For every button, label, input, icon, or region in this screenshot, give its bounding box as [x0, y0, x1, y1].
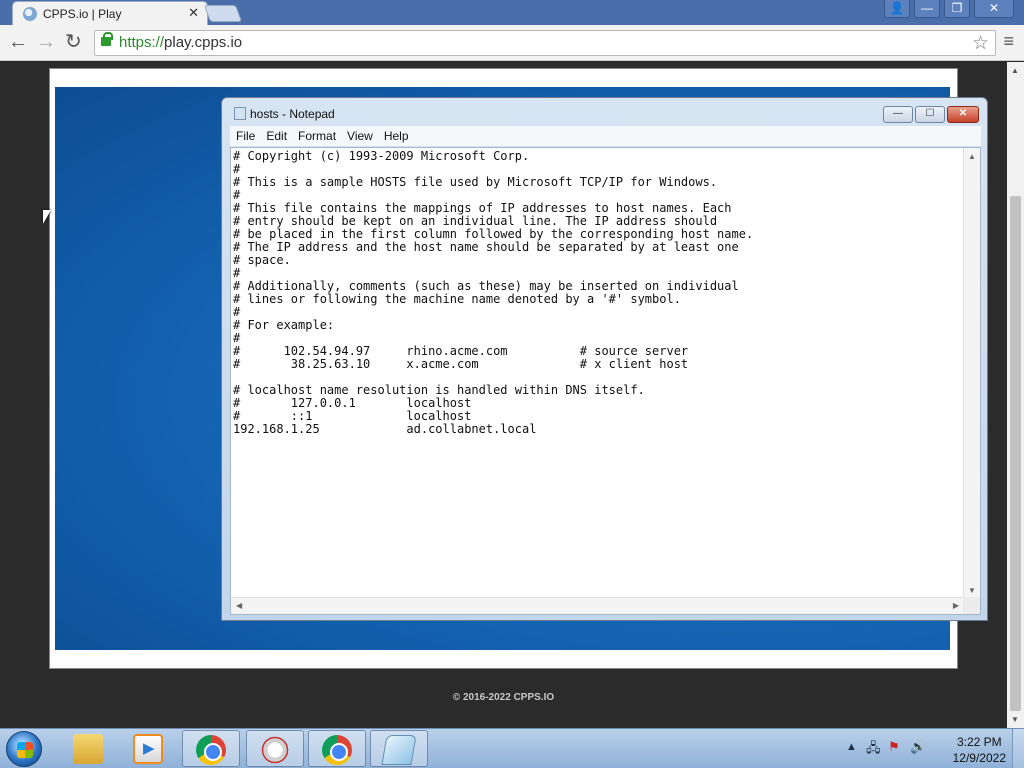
bookmark-star-icon[interactable]: ☆	[972, 32, 989, 55]
notepad-title: hosts - Notepad	[234, 107, 335, 121]
chrome-icon	[196, 735, 226, 765]
system-tray: ▲ 🖧 ⚑ 🔊 3:22 PM 12/9/2022	[844, 729, 1024, 768]
reload-icon[interactable]: ↻	[65, 31, 82, 53]
tray-expand-icon[interactable]: ▲	[846, 741, 857, 753]
mouse-cursor-icon	[43, 210, 51, 224]
menu-file[interactable]: File	[230, 126, 260, 143]
notepad-minimize-button[interactable]: —	[883, 106, 913, 123]
back-icon[interactable]: ←	[8, 31, 28, 53]
menu-edit[interactable]: Edit	[260, 126, 292, 143]
minimize-button[interactable]: —	[914, 0, 940, 18]
clock[interactable]: 3:22 PM 12/9/2022	[953, 734, 1006, 766]
url-text: https://play.cpps.io	[119, 34, 243, 51]
network-icon[interactable]: 🖧	[866, 739, 881, 761]
notepad-icon	[234, 107, 246, 120]
menu-view[interactable]: View	[341, 126, 378, 143]
taskbar-chrome-2[interactable]	[308, 730, 366, 767]
clock-date: 12/9/2022	[952, 751, 1006, 765]
browser-toolbar: ← → ↻ https://play.cpps.io ☆ ≡	[0, 25, 1024, 61]
notepad-scroll-down-icon[interactable]: ▼	[968, 586, 976, 595]
page-scrollbar[interactable]: ▲ ▼	[1007, 62, 1024, 728]
snipping-tool-icon	[260, 735, 290, 765]
tab-favicon-icon	[23, 7, 37, 21]
tab-close-icon[interactable]: ✕	[188, 5, 199, 21]
forward-icon[interactable]: →	[36, 31, 56, 53]
scroll-up-icon[interactable]: ▲	[1011, 66, 1019, 75]
taskbar-snipping-tool[interactable]	[246, 730, 304, 767]
close-button[interactable]: ✕	[974, 0, 1014, 18]
notepad-menubar: File Edit Format View Help	[230, 126, 981, 146]
taskbar-media-player[interactable]	[120, 730, 178, 767]
notepad-resize-grip[interactable]	[963, 597, 980, 614]
notepad-maximize-button[interactable]: ☐	[915, 106, 945, 123]
start-button[interactable]	[6, 731, 42, 767]
menu-help[interactable]: Help	[378, 126, 414, 143]
notepad-scroll-up-icon[interactable]: ▲	[968, 152, 976, 161]
hosts-file-content[interactable]: # Copyright (c) 1993-2009 Microsoft Corp…	[233, 150, 753, 436]
notepad-window-controls: — ☐ ✕	[883, 106, 979, 123]
notepad-vertical-scrollbar[interactable]: ▲ ▼	[963, 148, 980, 599]
notepad-text-area[interactable]: # Copyright (c) 1993-2009 Microsoft Corp…	[230, 147, 981, 615]
browser-titlebar: CPPS.io | Play ✕ 👤 — ❐ ✕	[0, 0, 1024, 26]
media-player-icon	[133, 734, 163, 764]
tab-title: CPPS.io | Play	[43, 7, 122, 21]
notepad-scroll-right-icon[interactable]: ▶	[953, 601, 959, 610]
chrome-icon	[322, 735, 352, 765]
browser-tab[interactable]: CPPS.io | Play ✕	[12, 1, 208, 26]
taskbar-chrome-1[interactable]	[182, 730, 240, 767]
browser-window-controls: 👤 — ❐ ✕	[884, 0, 1014, 18]
volume-icon[interactable]: 🔊	[910, 739, 926, 755]
new-tab-button[interactable]	[203, 5, 243, 22]
lock-icon	[101, 32, 113, 46]
action-center-icon[interactable]: ⚑	[888, 739, 900, 755]
taskbar-notepad[interactable]	[370, 730, 428, 767]
folder-icon	[73, 734, 103, 764]
notepad-scroll-left-icon[interactable]: ◀	[236, 601, 242, 610]
scroll-thumb[interactable]	[1010, 196, 1021, 711]
clock-time: 3:22 PM	[956, 735, 1002, 749]
user-profile-icon[interactable]: 👤	[884, 0, 910, 18]
address-bar[interactable]: https://play.cpps.io ☆	[94, 30, 996, 56]
notepad-icon	[381, 735, 417, 765]
notepad-title-text: hosts - Notepad	[250, 107, 335, 121]
page-copyright: © 2016-2022 CPPS.IO	[452, 692, 555, 703]
scroll-down-icon[interactable]: ▼	[1011, 715, 1019, 724]
show-desktop-button[interactable]	[1012, 729, 1024, 768]
menu-format[interactable]: Format	[292, 126, 341, 143]
restore-button[interactable]: ❐	[944, 0, 970, 18]
windows-logo-icon	[17, 742, 33, 758]
taskbar-explorer[interactable]	[60, 730, 118, 767]
taskbar: ▲ 🖧 ⚑ 🔊 3:22 PM 12/9/2022	[0, 728, 1024, 768]
notepad-close-button[interactable]: ✕	[947, 106, 979, 123]
browser-menu-icon[interactable]: ≡	[1003, 31, 1014, 52]
notepad-horizontal-scrollbar[interactable]: ◀ ▶	[231, 597, 964, 614]
notepad-window: hosts - Notepad — ☐ ✕ File Edit Format View…	[221, 97, 988, 621]
